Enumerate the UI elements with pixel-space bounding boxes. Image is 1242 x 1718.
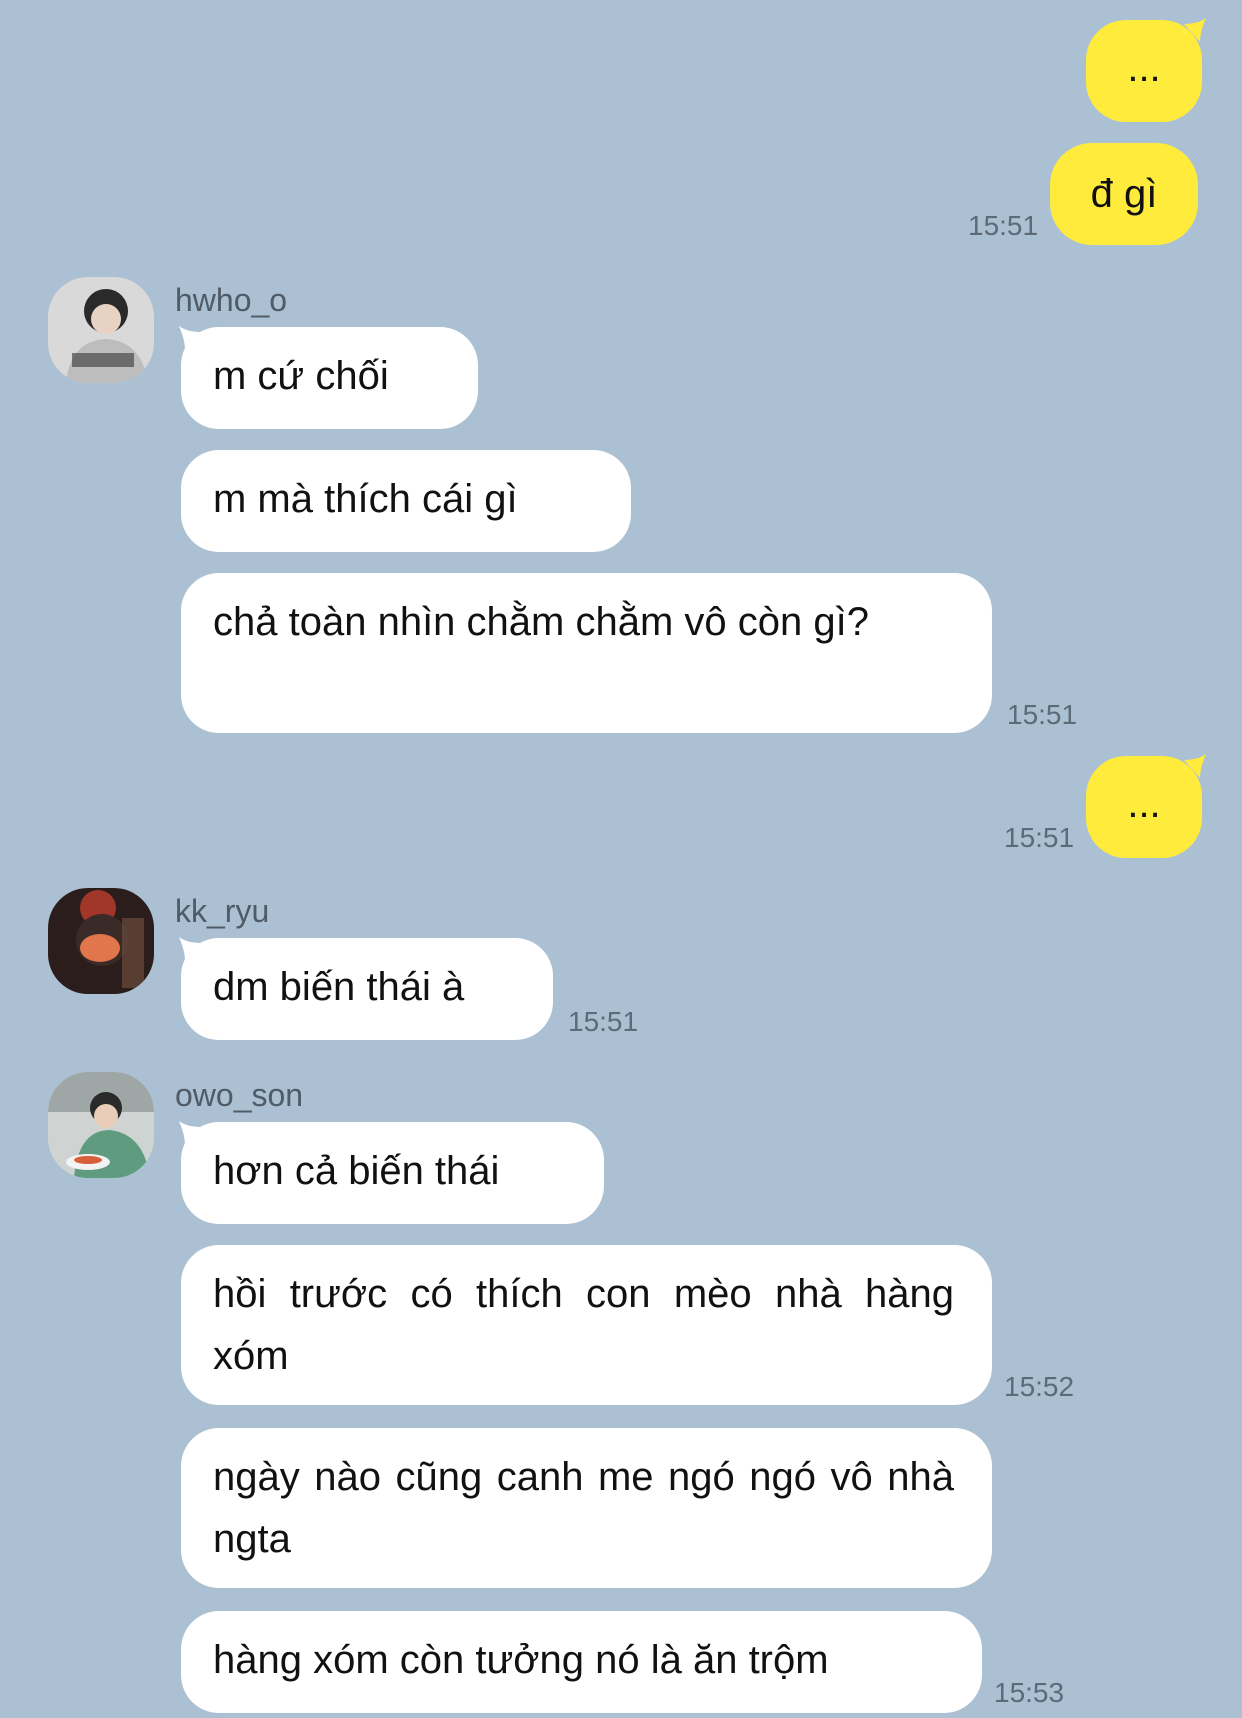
incoming-bubble[interactable]: dm biến thái à — [181, 938, 553, 1040]
message-time: 15:52 — [1004, 1371, 1075, 1402]
message-text: m mà thích cái gì — [213, 477, 518, 521]
message-text: hơn cả biến thái — [213, 1149, 500, 1193]
incoming-bubble[interactable]: hơn cả biến thái — [181, 1122, 604, 1224]
incoming-bubble[interactable]: chả toàn nhìn chằm chằm vô còn gì? — [181, 573, 992, 733]
message-time: 15:51 — [968, 210, 1039, 241]
message-text: ... — [1127, 46, 1161, 90]
avatar[interactable] — [48, 888, 154, 994]
message-time: 15:51 — [568, 1006, 639, 1037]
message-time: 15:53 — [994, 1677, 1065, 1708]
avatar-image — [48, 888, 154, 994]
message-text: hồi trước có thích con mèo nhà hàng xóm — [213, 1272, 954, 1378]
incoming-bubble[interactable]: hàng xóm còn tưởng nó là ăn trộm — [181, 1611, 982, 1713]
avatar[interactable] — [48, 1072, 154, 1178]
incoming-bubble[interactable]: hồi trước có thích con mèo nhà hàng xóm — [181, 1245, 992, 1405]
avatar-image — [48, 277, 154, 383]
outgoing-bubble[interactable]: đ gì — [1050, 143, 1198, 245]
sender-name: owo_son — [175, 1077, 304, 1113]
message-time: 15:51 — [1004, 822, 1075, 853]
message-text: ... — [1127, 782, 1161, 826]
avatar[interactable] — [48, 277, 154, 383]
message-text: hàng xóm còn tưởng nó là ăn trộm — [213, 1638, 829, 1682]
sender-name: hwho_o — [175, 282, 288, 318]
avatar-image — [48, 1072, 154, 1178]
message-text: đ gì — [1090, 172, 1158, 216]
incoming-bubble[interactable]: ngày nào cũng canh me ngó ngó vô nhà ngt… — [181, 1428, 992, 1588]
message-text: dm biến thái à — [213, 965, 465, 1009]
message-text: m cứ chối — [213, 354, 389, 398]
incoming-bubble[interactable]: m cứ chối — [181, 327, 478, 429]
bubble-tail — [1184, 754, 1206, 778]
incoming-bubble[interactable]: m mà thích cái gì — [181, 450, 631, 552]
bubble-tail — [1184, 18, 1206, 42]
message-time: 15:51 — [1007, 699, 1078, 730]
message-text: ngày nào cũng canh me ngó ngó vô nhà ngt… — [213, 1455, 954, 1561]
message-text: chả toàn nhìn chằm chằm vô còn gì? — [213, 600, 869, 644]
sender-name: kk_ryu — [175, 893, 270, 929]
